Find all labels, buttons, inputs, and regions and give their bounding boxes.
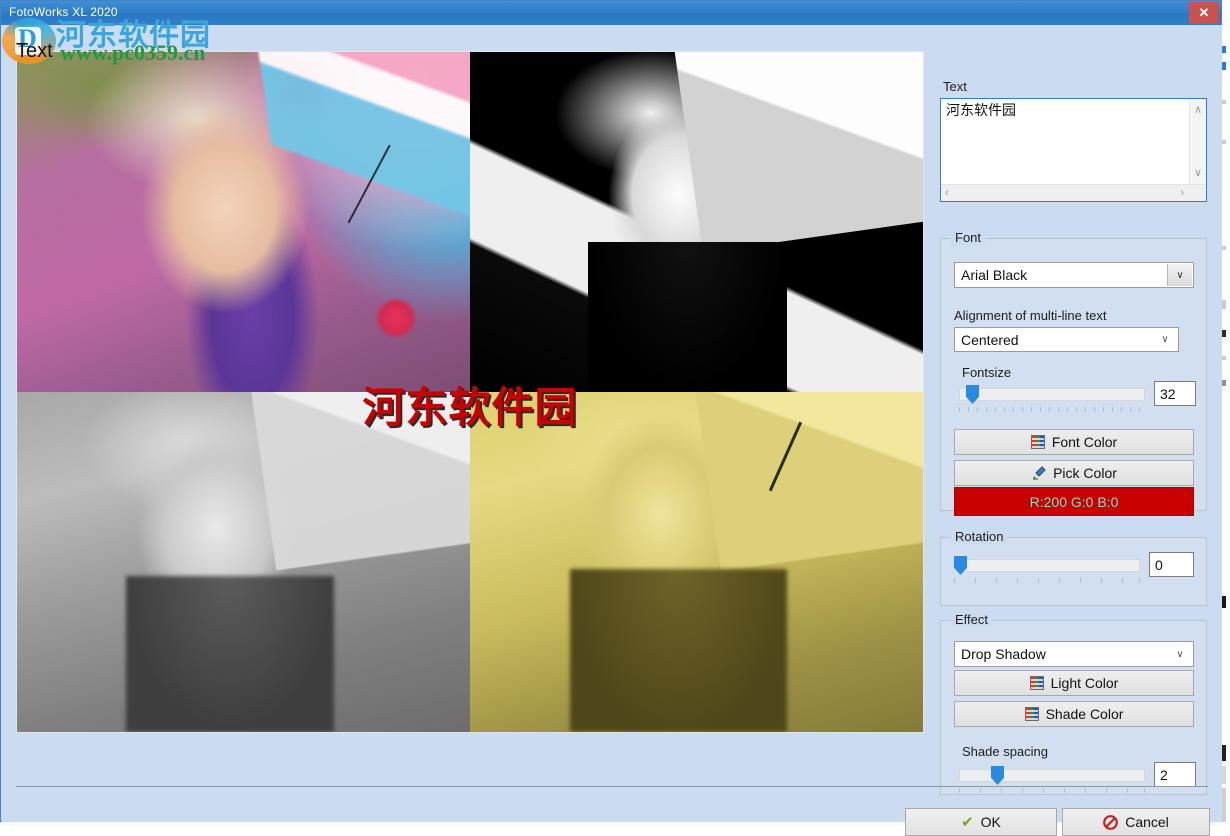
scroll-up-icon[interactable]: ∧ xyxy=(1194,105,1202,116)
text-settings-panel: Text 河东软件园 ∧ ∨ ‹ › Font Arial Black ∨ xyxy=(927,49,1215,780)
chevron-down-icon[interactable]: ∨ xyxy=(1167,264,1192,286)
cancel-button[interactable]: Cancel xyxy=(1062,808,1210,836)
shade-spacing-slider-thumb[interactable] xyxy=(991,766,1004,785)
dialog-client-area: 河东软件园 Text 河东软件园 ∧ ∨ ‹ › Font xyxy=(2,25,1222,822)
shade-spacing-label: Shade spacing xyxy=(962,744,1048,759)
light-color-button[interactable]: Light Color xyxy=(954,670,1194,696)
color-palette-icon xyxy=(1031,435,1045,449)
current-color-swatch[interactable]: R:200 G:0 B:0 xyxy=(954,487,1194,516)
fontsize-label: Fontsize xyxy=(962,365,1011,380)
rotation-slider-ticks xyxy=(954,578,1140,583)
scroll-right-icon[interactable]: › xyxy=(1180,188,1184,199)
ok-button-label: OK xyxy=(981,814,1001,830)
subject-silhouette xyxy=(588,242,787,392)
quadrant-grayscale xyxy=(17,392,470,732)
window-title: FotoWorks XL 2020 xyxy=(9,5,118,19)
rotation-slider-track[interactable] xyxy=(954,559,1140,572)
image-preview-area: 河东软件园 xyxy=(2,49,926,780)
text-vertical-scrollbar[interactable]: ∧ ∨ xyxy=(1189,99,1206,184)
pick-color-button[interactable]: Pick Color xyxy=(954,460,1194,486)
umbrella-shape xyxy=(693,392,923,571)
light-color-button-label: Light Color xyxy=(1051,675,1119,691)
shade-spacing-slider-ticks xyxy=(959,788,1145,793)
text-group-label: Text xyxy=(943,79,967,94)
text-input-value: 河东软件园 xyxy=(946,103,1176,120)
font-group-label: Font xyxy=(951,230,985,245)
check-icon: ✔ xyxy=(961,813,974,831)
umbrella-shape xyxy=(258,52,470,250)
quadrant-yellow-duotone xyxy=(470,392,923,732)
quadrant-color xyxy=(17,52,470,392)
eyedropper-icon xyxy=(1031,466,1046,480)
close-icon[interactable]: ✕ xyxy=(1189,2,1219,24)
effect-group-label: Effect xyxy=(951,612,992,627)
alignment-value: Centered xyxy=(961,332,1019,348)
title-bar[interactable]: FotoWorks XL 2020 ✕ xyxy=(1,1,1221,25)
color-palette-icon xyxy=(1025,707,1039,721)
quadrant-high-contrast-bw xyxy=(470,52,923,392)
font-group: Font Arial Black ∨ Alignment of multi-li… xyxy=(940,238,1207,511)
font-color-button[interactable]: Font Color xyxy=(954,429,1194,455)
alignment-select[interactable]: Centered ∨ xyxy=(954,327,1179,352)
shade-color-button[interactable]: Shade Color xyxy=(954,701,1194,727)
fontsize-slider-thumb[interactable] xyxy=(966,385,979,404)
fontsize-input[interactable]: 32 xyxy=(1154,381,1196,406)
color-palette-icon xyxy=(1030,676,1044,690)
fotoworks-dialog-window: FotoWorks XL 2020 ✕ xyxy=(0,0,1222,822)
ok-button[interactable]: ✔ OK xyxy=(905,808,1057,836)
shade-spacing-input[interactable]: 2 xyxy=(1154,762,1196,787)
scroll-down-icon[interactable]: ∨ xyxy=(1194,168,1202,179)
text-horizontal-scrollbar[interactable]: ‹ › xyxy=(941,184,1206,201)
photo-quadrants xyxy=(17,52,923,732)
fontsize-slider-track[interactable] xyxy=(959,388,1145,401)
font-family-select[interactable]: Arial Black ∨ xyxy=(954,262,1194,288)
effect-group: Effect Drop Shadow ∨ Light Color Shade C… xyxy=(940,620,1207,795)
rotation-slider-thumb[interactable] xyxy=(954,556,967,575)
fontsize-slider-ticks xyxy=(959,407,1145,412)
cancel-button-label: Cancel xyxy=(1125,814,1169,830)
font-color-button-label: Font Color xyxy=(1052,434,1117,450)
subject-silhouette xyxy=(570,569,787,732)
image-preview-frame[interactable]: 河东软件园 xyxy=(16,51,924,733)
chevron-down-icon[interactable]: ∨ xyxy=(1153,329,1177,350)
font-family-value: Arial Black xyxy=(961,267,1027,283)
shade-color-button-label: Shade Color xyxy=(1046,706,1124,722)
scroll-left-icon[interactable]: ‹ xyxy=(945,188,949,199)
footer-divider xyxy=(16,786,1208,787)
effect-select[interactable]: Drop Shadow ∨ xyxy=(954,641,1194,667)
text-input[interactable]: 河东软件园 ∧ ∨ ‹ › xyxy=(940,98,1207,202)
cancel-icon xyxy=(1103,815,1118,830)
umbrella-shape xyxy=(674,52,923,252)
current-color-value: R:200 G:0 B:0 xyxy=(1030,494,1119,510)
pick-color-button-label: Pick Color xyxy=(1053,465,1117,481)
alignment-label: Alignment of multi-line text xyxy=(954,308,1106,323)
rotation-group-label: Rotation xyxy=(951,529,1007,544)
umbrella-shape xyxy=(250,392,470,571)
rotation-input[interactable]: 0 xyxy=(1149,552,1194,577)
rotation-group: Rotation 0 xyxy=(940,537,1207,606)
shade-spacing-slider-track[interactable] xyxy=(959,769,1145,782)
chevron-down-icon[interactable]: ∨ xyxy=(1168,643,1192,665)
heart-lollipop xyxy=(376,298,416,338)
effect-value: Drop Shadow xyxy=(961,646,1046,662)
subject-silhouette xyxy=(126,576,334,732)
